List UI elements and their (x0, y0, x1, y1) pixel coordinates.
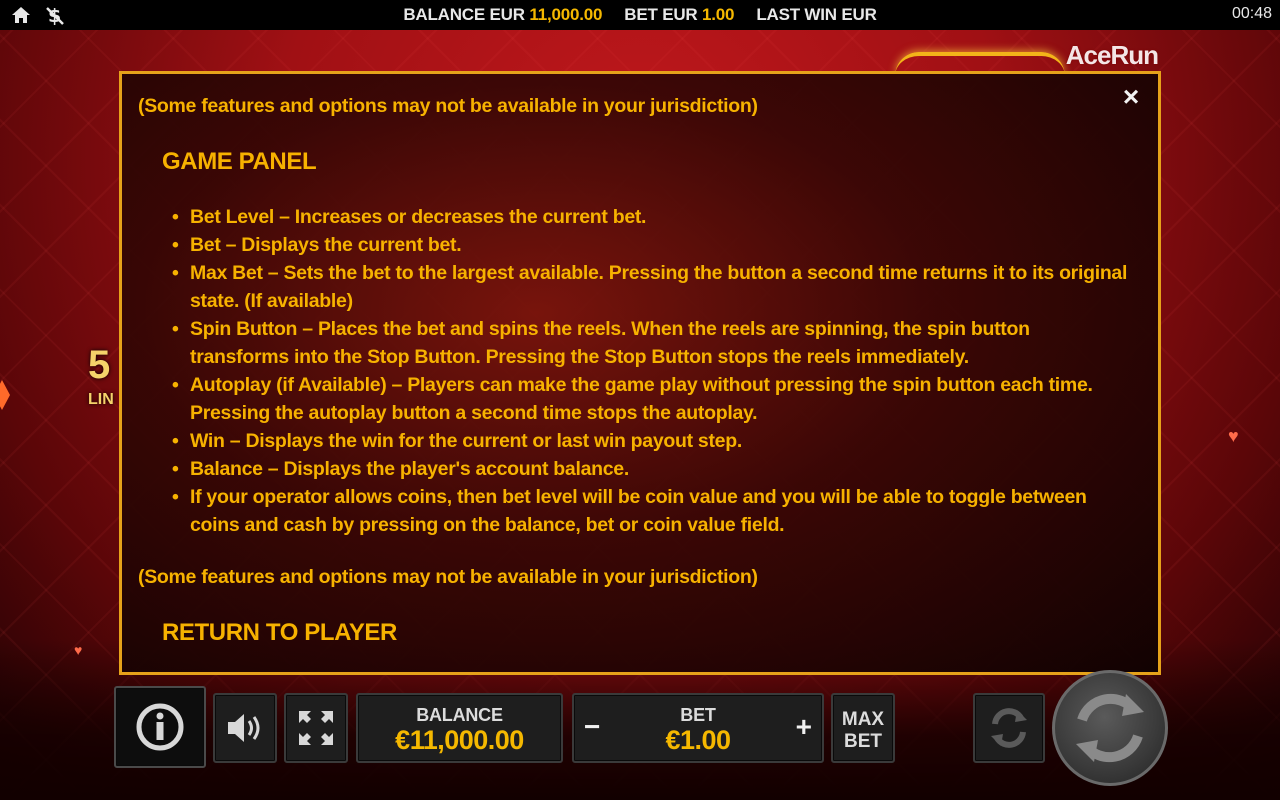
heart-suit-icon: ♥ (74, 642, 83, 658)
autoplay-button[interactable] (973, 693, 1045, 763)
lines-number: 5 (88, 343, 111, 387)
bet-value: €1.00 (665, 725, 731, 755)
speaker-icon (215, 695, 275, 761)
rules-content: (Some features and options may not be av… (138, 92, 1138, 647)
top-bet: BET EUR 1.00 (624, 5, 734, 25)
max-bet-line-1: MAX (841, 709, 885, 730)
bet-label: BET (680, 705, 716, 725)
top-status-bar: $ BALANCE EUR 11,000.00 BET EUR 1.00 LAS… (0, 0, 1280, 30)
list-item: Max Bet – Sets the bet to the largest av… (172, 259, 1132, 315)
list-item: Balance – Displays the player's account … (172, 455, 1132, 483)
section-title-rtp: RETURN TO PLAYER (162, 619, 397, 646)
balance-label: BALANCE (416, 705, 503, 725)
list-item: Bet – Displays the current bet. (172, 231, 1132, 259)
top-balance-value: 11,000.00 (529, 5, 603, 24)
fullscreen-icon (286, 695, 346, 761)
game-rules-panel[interactable]: × (Some features and options may not be … (119, 71, 1161, 675)
bet-increase-button[interactable]: + (796, 711, 812, 743)
heart-suit-icon: ♥ (1228, 426, 1239, 446)
spin-button[interactable] (1052, 670, 1168, 786)
top-bar-stats: BALANCE EUR 11,000.00 BET EUR 1.00 LAST … (0, 0, 1280, 30)
top-bet-label: BET EUR (624, 5, 698, 24)
balance-value: €11,000.00 (395, 725, 524, 755)
list-item: Win – Displays the win for the current o… (172, 427, 1132, 455)
list-item: Spin Button – Places the bet and spins t… (172, 315, 1132, 371)
max-bet-line-2: BET (844, 731, 882, 752)
info-button[interactable] (114, 686, 206, 768)
info-icon (116, 688, 204, 766)
max-bet-label: MAX BET (833, 709, 893, 753)
list-item: If your operator allows coins, then bet … (172, 483, 1132, 539)
disclaimer-top: (Some features and options may not be av… (138, 95, 758, 117)
spin-arrows-icon (1076, 693, 1144, 763)
top-bet-value: 1.00 (702, 5, 735, 24)
list-item: Autoplay (if Available) – Players can ma… (172, 371, 1132, 427)
game-panel-bullet-list: Bet Level – Increases or decreases the c… (172, 203, 1132, 539)
disclaimer-bottom: (Some features and options may not be av… (138, 566, 758, 588)
brand-logo: AceRun (1065, 40, 1159, 70)
autoplay-icon (975, 695, 1043, 761)
max-bet-button[interactable]: MAX BET (831, 693, 895, 763)
clock: 00:48 (1231, 5, 1272, 22)
top-last-win-label: LAST WIN EUR (756, 5, 877, 24)
fullscreen-button[interactable] (284, 693, 348, 763)
top-balance-label: BALANCE EUR (403, 5, 525, 24)
list-item: Bet Level – Increases or decreases the c… (172, 203, 1132, 231)
balance-field[interactable]: BALANCE €11,000.00 (356, 693, 563, 763)
sound-button[interactable] (213, 693, 277, 763)
top-balance: BALANCE EUR 11,000.00 (403, 5, 602, 25)
bet-field[interactable]: − BET €1.00 + (572, 693, 824, 763)
section-title-game-panel: GAME PANEL (162, 148, 317, 175)
